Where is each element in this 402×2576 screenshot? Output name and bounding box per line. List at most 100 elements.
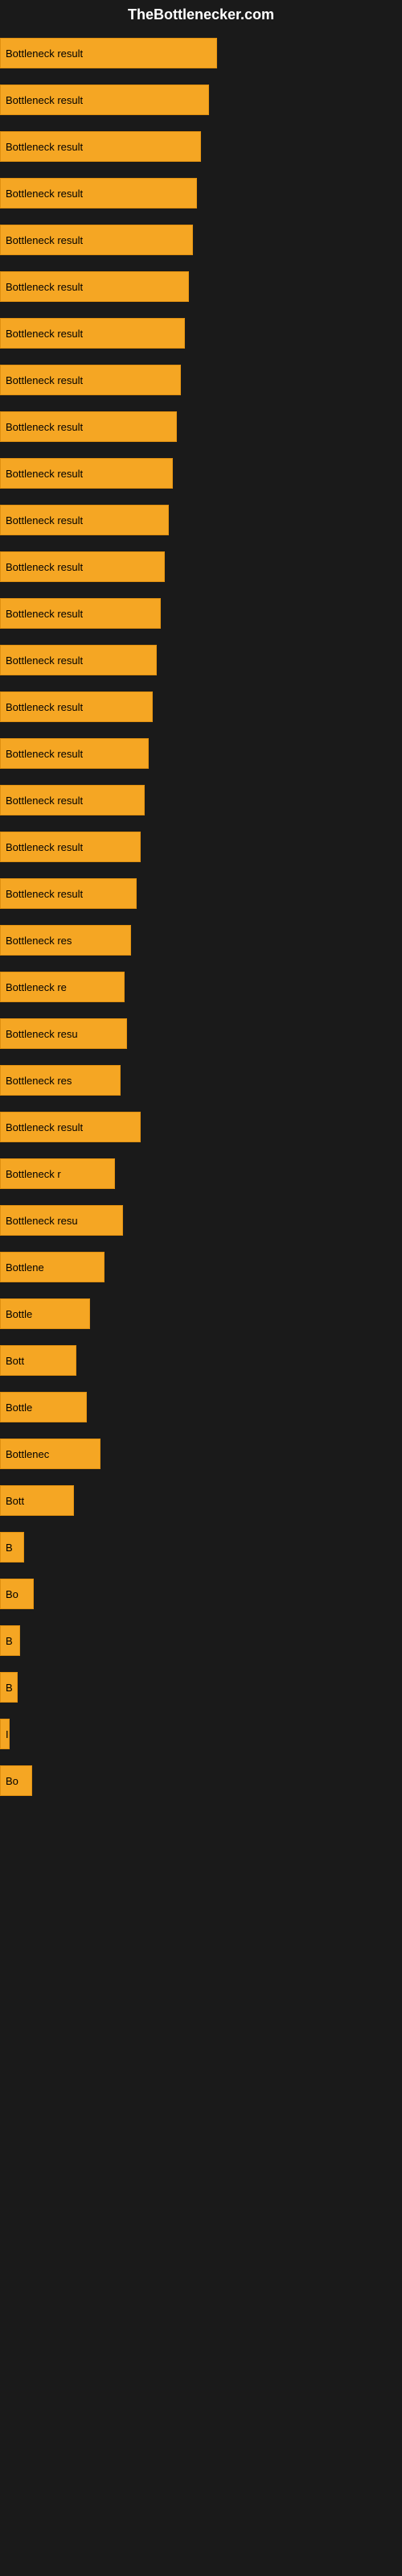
bottleneck-bar: Bott: [0, 1345, 76, 1376]
bar-label: Bottleneck result: [6, 561, 83, 573]
bar-label: Bottlenec: [6, 1448, 49, 1460]
bar-label: Bottleneck result: [6, 701, 83, 713]
bar-row: Bottleneck result: [0, 497, 402, 543]
bar-label: Bottleneck result: [6, 141, 83, 153]
bar-label: Bottle: [6, 1402, 32, 1414]
bar-label: Bottleneck result: [6, 888, 83, 900]
bar-row: Bottleneck result: [0, 263, 402, 310]
bottleneck-bar: Bottleneck result: [0, 878, 137, 909]
bar-row: Bott: [0, 1477, 402, 1524]
bar-label: Bottleneck result: [6, 281, 83, 293]
bar-row: B: [0, 1617, 402, 1664]
bottleneck-bar: Bottleneck result: [0, 738, 149, 769]
bottleneck-bar: Bo: [0, 1765, 32, 1796]
bar-row: Bottle: [0, 1290, 402, 1337]
bar-label: Bottleneck result: [6, 654, 83, 667]
bottleneck-bar: Bottleneck res: [0, 925, 131, 956]
bar-row: Bottleneck result: [0, 777, 402, 824]
bottleneck-bar: Bottleneck result: [0, 131, 201, 162]
bar-label: Bo: [6, 1775, 18, 1787]
bar-label: Bottleneck result: [6, 795, 83, 807]
bar-label: Bottleneck result: [6, 94, 83, 106]
bar-row: Bo: [0, 1757, 402, 1804]
bar-label: B: [6, 1682, 13, 1694]
bottleneck-bar: Bottleneck result: [0, 411, 177, 442]
bottleneck-bar: Bottleneck result: [0, 551, 165, 582]
bottleneck-bar: Bottleneck result: [0, 85, 209, 115]
bottleneck-bar: Bottlenec: [0, 1439, 100, 1469]
bar-row: Bottleneck result: [0, 637, 402, 683]
bottleneck-bar: Bo: [0, 1579, 34, 1609]
bar-row: B: [0, 1664, 402, 1711]
bar-row: Bottleneck result: [0, 1104, 402, 1150]
bar-label: Bottleneck res: [6, 935, 72, 947]
bottleneck-bar: Bottleneck result: [0, 271, 189, 302]
bottleneck-bar: Bottleneck result: [0, 365, 181, 395]
bar-row: Bottle: [0, 1384, 402, 1430]
bar-label: Bottleneck re: [6, 981, 67, 993]
bar-label: Bottleneck r: [6, 1168, 61, 1180]
bar-label: Bottleneck result: [6, 1121, 83, 1133]
bottleneck-bar: Bottleneck result: [0, 178, 197, 208]
bar-row: Bottleneck result: [0, 217, 402, 263]
bottleneck-bar: Bottleneck resu: [0, 1018, 127, 1049]
bar-label: Bottleneck result: [6, 748, 83, 760]
bar-row: Bottleneck res: [0, 1057, 402, 1104]
bar-row: Bottleneck result: [0, 543, 402, 590]
bottleneck-bar: B: [0, 1532, 24, 1563]
bottleneck-bar: Bottleneck result: [0, 598, 161, 629]
bar-row: Bottleneck result: [0, 824, 402, 870]
bar-label: Bottleneck result: [6, 514, 83, 526]
bottleneck-bar: Bottleneck result: [0, 785, 145, 815]
bottleneck-bar: B: [0, 1672, 18, 1703]
bottleneck-bar: Bottle: [0, 1298, 90, 1329]
bar-label: B: [6, 1542, 13, 1554]
bottleneck-bar: Bottleneck result: [0, 832, 141, 862]
bar-label: Bottleneck result: [6, 374, 83, 386]
bar-row: Bottleneck resu: [0, 1010, 402, 1057]
bar-label: Bo: [6, 1588, 18, 1600]
bottleneck-bar: Bottleneck result: [0, 318, 185, 349]
bar-row: Bottleneck result: [0, 357, 402, 403]
bottleneck-bar: Bottleneck r: [0, 1158, 115, 1189]
bar-row: Bottlenec: [0, 1430, 402, 1477]
bar-label: Bottlene: [6, 1261, 44, 1274]
bar-label: B: [6, 1635, 13, 1647]
bottleneck-bar: Bottleneck result: [0, 1112, 141, 1142]
bar-row: Bottleneck re: [0, 964, 402, 1010]
bar-row: Bottleneck result: [0, 870, 402, 917]
bottleneck-bar: I: [0, 1719, 10, 1749]
bar-row: Bottleneck result: [0, 683, 402, 730]
bottleneck-bar: Bottleneck resu: [0, 1205, 123, 1236]
bar-label: Bottleneck result: [6, 468, 83, 480]
bottleneck-bar: Bottleneck result: [0, 691, 153, 722]
bar-row: B: [0, 1524, 402, 1571]
bar-row: Bottleneck res: [0, 917, 402, 964]
bar-row: Bottleneck r: [0, 1150, 402, 1197]
bar-label: Bottleneck result: [6, 47, 83, 60]
bar-label: Bottleneck resu: [6, 1215, 78, 1227]
bar-row: Bott: [0, 1337, 402, 1384]
bar-label: Bottleneck result: [6, 328, 83, 340]
bar-row: Bottleneck result: [0, 403, 402, 450]
bar-label: Bottleneck result: [6, 188, 83, 200]
bar-row: Bottleneck resu: [0, 1197, 402, 1244]
bar-row: Bottlene: [0, 1244, 402, 1290]
bar-label: Bottle: [6, 1308, 32, 1320]
bottleneck-bar: Bottleneck result: [0, 38, 217, 68]
bar-label: Bott: [6, 1355, 24, 1367]
bar-label: Bottleneck result: [6, 841, 83, 853]
bottleneck-bar: Bottleneck result: [0, 645, 157, 675]
bar-label: Bottleneck result: [6, 234, 83, 246]
bottleneck-bar: B: [0, 1625, 20, 1656]
bar-row: Bottleneck result: [0, 590, 402, 637]
bar-label: Bottleneck result: [6, 608, 83, 620]
bar-label: Bottleneck result: [6, 421, 83, 433]
bar-row: Bottleneck result: [0, 310, 402, 357]
bar-row: Bottleneck result: [0, 123, 402, 170]
bar-label: I: [6, 1728, 9, 1740]
bar-label: Bottleneck res: [6, 1075, 72, 1087]
bar-row: Bottleneck result: [0, 730, 402, 777]
bottleneck-bar: Bott: [0, 1485, 74, 1516]
bottleneck-bar: Bottlene: [0, 1252, 105, 1282]
